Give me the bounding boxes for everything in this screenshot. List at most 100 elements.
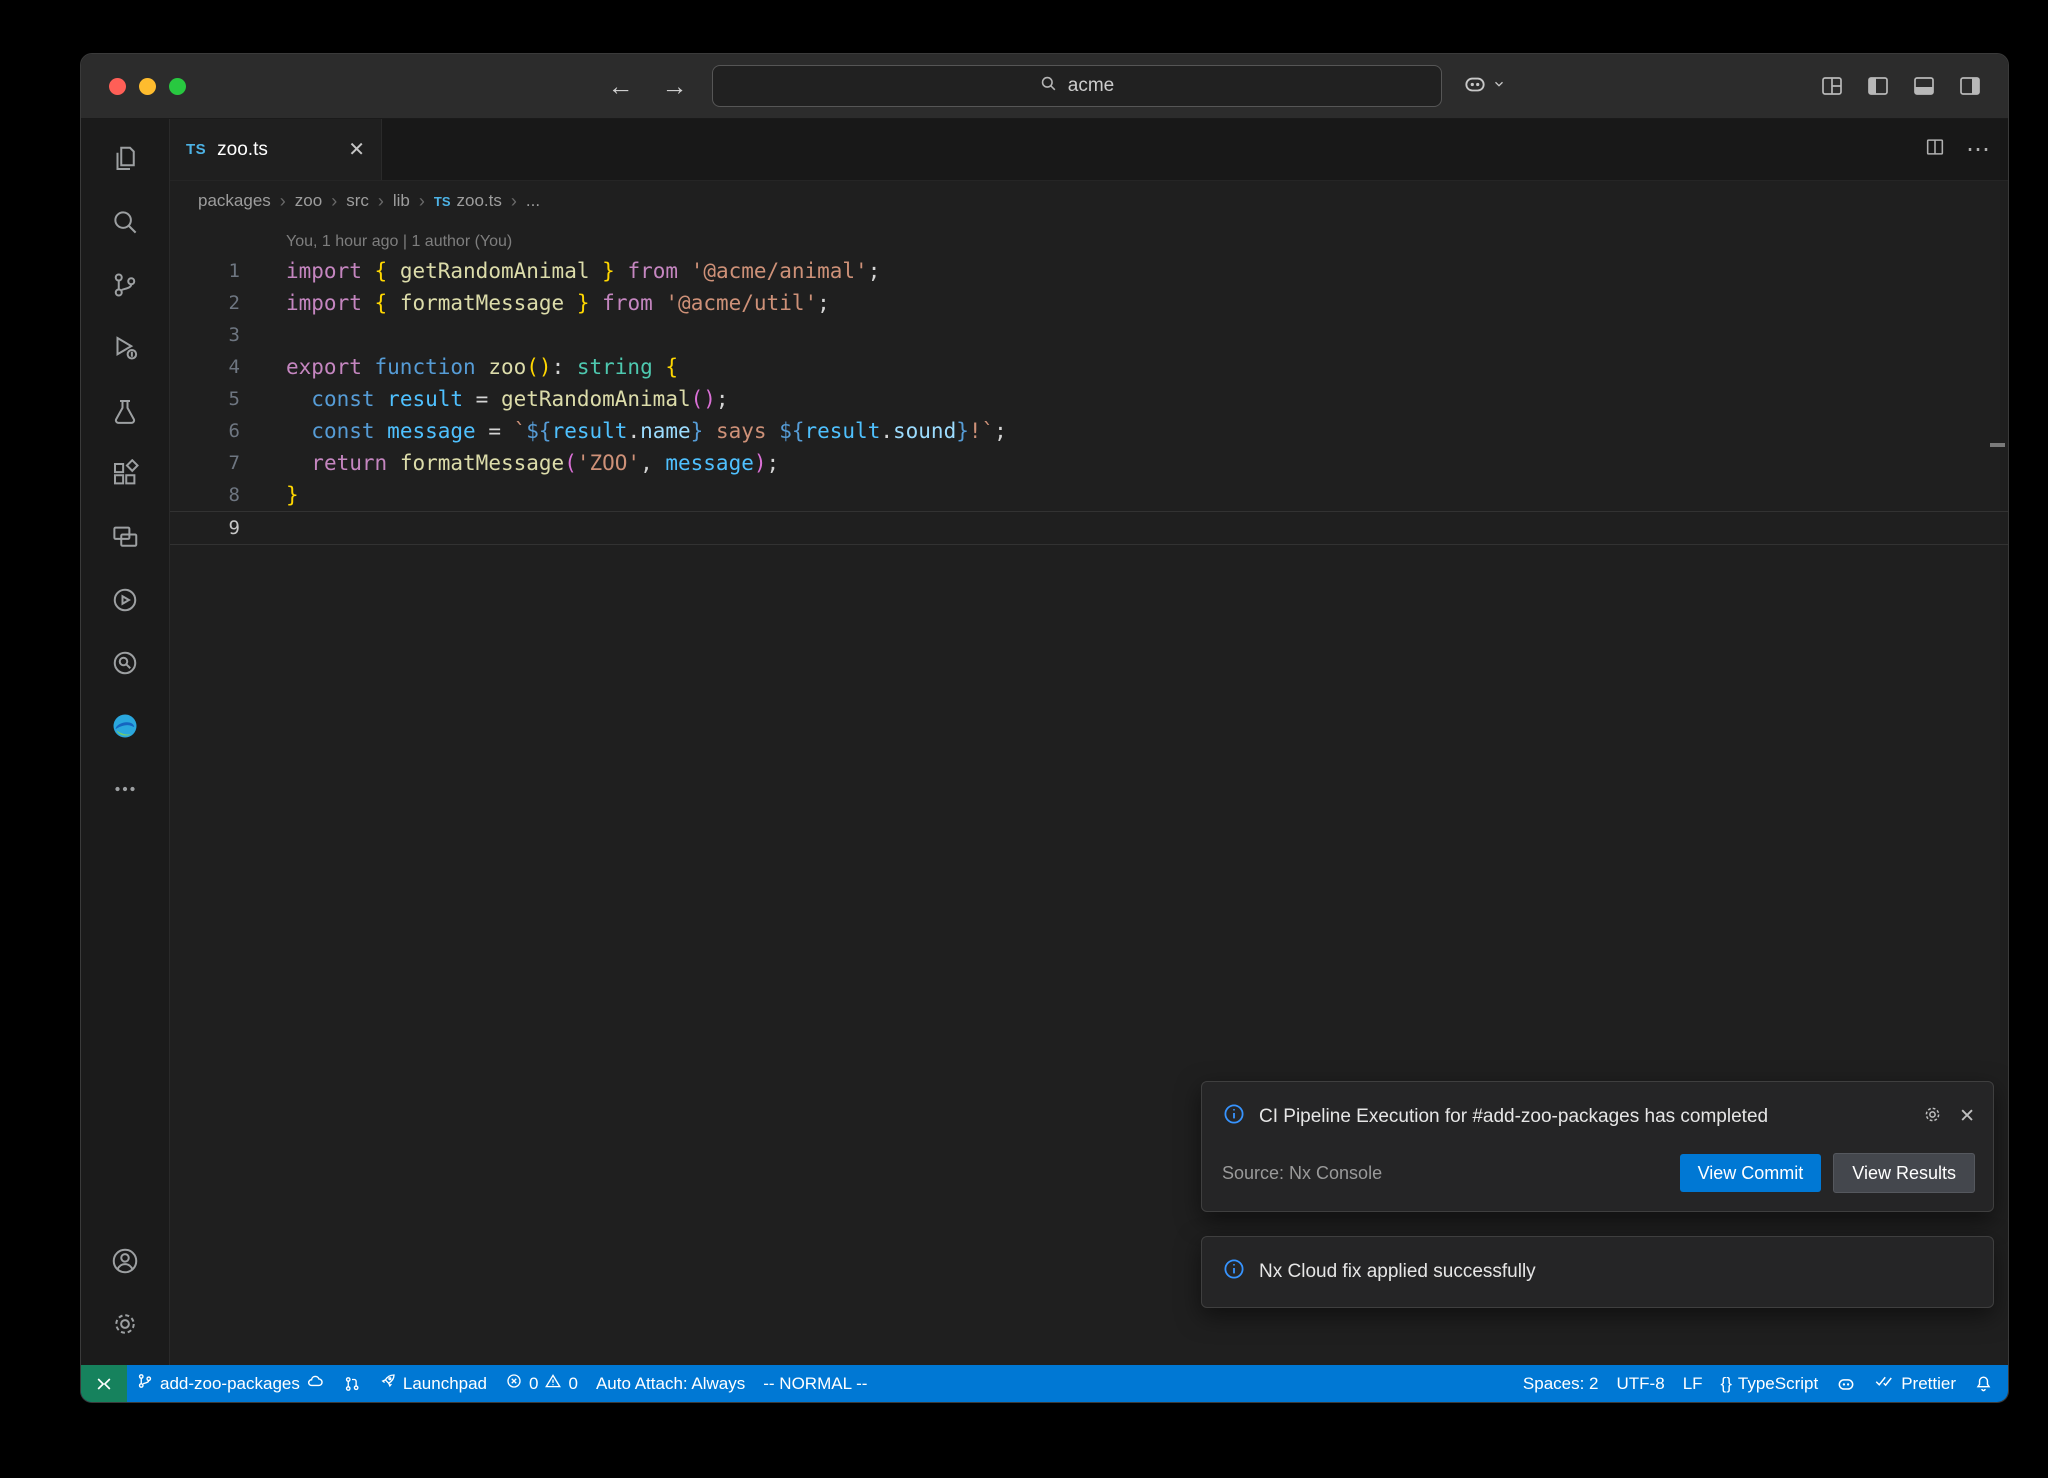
auto-attach-label: Auto Attach: Always — [596, 1374, 745, 1394]
line-number: 2 — [170, 287, 286, 319]
language-label: TypeScript — [1738, 1374, 1818, 1394]
code-line[interactable]: 4export function zoo(): string { — [170, 351, 2008, 383]
git-branch-icon — [136, 1372, 154, 1395]
navigate-forward-button[interactable]: → — [658, 71, 692, 101]
minimize-window-button[interactable] — [139, 78, 156, 95]
navigate-back-button[interactable]: ← — [604, 71, 638, 101]
encoding-item[interactable]: UTF-8 — [1608, 1365, 1674, 1402]
git-blame-annotation[interactable]: You, 1 hour ago | 1 author (You) — [286, 229, 2008, 255]
auto-attach-item[interactable]: Auto Attach: Always — [587, 1365, 754, 1402]
breadcrumb-item[interactable]: ... — [526, 191, 540, 211]
extensions-icon[interactable] — [81, 442, 169, 505]
indentation-item[interactable]: Spaces: 2 — [1514, 1365, 1608, 1402]
breadcrumb-separator-icon: › — [331, 191, 337, 212]
code-line[interactable]: 5 const result = getRandomAnimal(); — [170, 383, 2008, 415]
launchpad-label: Launchpad — [403, 1374, 487, 1394]
tab-zoo-ts[interactable]: TS zoo.ts ✕ — [170, 119, 382, 180]
line-number: 3 — [170, 319, 286, 351]
typescript-file-icon: TS — [186, 141, 206, 158]
run-debug-icon[interactable] — [81, 316, 169, 379]
view-commit-button[interactable]: View Commit — [1680, 1154, 1822, 1192]
code-lines: 1import { getRandomAnimal } from '@acme/… — [170, 255, 2008, 545]
tab-label: zoo.ts — [217, 139, 268, 161]
breadcrumb-item[interactable]: TSzoo.ts — [434, 191, 502, 211]
notification-ci-pipeline: CI Pipeline Execution for #add-zoo-packa… — [1201, 1081, 1994, 1212]
zoom-window-button[interactable] — [169, 78, 186, 95]
split-editor-icon[interactable] — [1924, 136, 1946, 163]
close-tab-icon[interactable]: ✕ — [348, 137, 365, 162]
copilot-icon — [1462, 71, 1488, 102]
notifications-bell-item[interactable] — [1965, 1365, 2002, 1402]
notification-settings-gear-icon[interactable] — [1922, 1104, 1943, 1130]
command-center-search[interactable]: acme — [712, 65, 1442, 107]
eol-item[interactable]: LF — [1674, 1365, 1712, 1402]
breadcrumb-separator-icon: › — [511, 191, 517, 212]
notification-close-icon[interactable]: ✕ — [1959, 1107, 1975, 1126]
indentation-label: Spaces: 2 — [1523, 1374, 1599, 1394]
info-icon — [1222, 1257, 1246, 1287]
edge-devtools-icon[interactable] — [81, 694, 169, 757]
code-line[interactable]: 3 — [170, 319, 2008, 351]
git-branch-item[interactable]: add-zoo-packages — [127, 1365, 334, 1402]
close-window-button[interactable] — [109, 78, 126, 95]
encoding-label: UTF-8 — [1617, 1374, 1665, 1394]
breadcrumb-item[interactable]: zoo — [295, 191, 322, 211]
error-icon — [505, 1372, 523, 1395]
line-number: 1 — [170, 255, 286, 287]
code-line[interactable]: 8} — [170, 479, 2008, 511]
braces-icon: {} — [1721, 1374, 1732, 1394]
breadcrumb-separator-icon: › — [280, 191, 286, 212]
view-results-button[interactable]: View Results — [1833, 1153, 1975, 1193]
editor-more-actions-icon[interactable]: ⋯ — [1966, 135, 1990, 164]
copilot-menu-button[interactable] — [1462, 71, 1506, 102]
notification-toasts: CI Pipeline Execution for #add-zoo-packa… — [1201, 1081, 1994, 1308]
code-line[interactable]: 6 const message = `${result.name} says $… — [170, 415, 2008, 447]
play-circle-icon[interactable] — [81, 568, 169, 631]
testing-icon[interactable] — [81, 379, 169, 442]
more-views-icon[interactable] — [81, 757, 169, 820]
explorer-icon[interactable] — [81, 127, 169, 190]
breadcrumb-separator-icon: › — [378, 191, 384, 212]
toggle-secondary-sidebar-icon[interactable] — [1958, 74, 1982, 98]
remote-explorer-icon[interactable] — [81, 505, 169, 568]
error-count: 0 — [529, 1374, 538, 1394]
rocket-icon — [379, 1372, 397, 1395]
toggle-primary-sidebar-icon[interactable] — [1866, 74, 1890, 98]
vim-mode-item[interactable]: -- NORMAL -- — [754, 1365, 876, 1402]
code-line[interactable]: 9 — [170, 511, 2008, 545]
notification-message: Nx Cloud fix applied successfully — [1259, 1261, 1536, 1283]
toggle-panel-icon[interactable] — [1912, 74, 1936, 98]
double-check-icon — [1874, 1372, 1895, 1395]
code-line[interactable]: 1import { getRandomAnimal } from '@acme/… — [170, 255, 2008, 287]
vscode-window: ← → acme — [80, 53, 2009, 1403]
problems-item[interactable]: 0 0 — [496, 1365, 587, 1402]
remote-indicator[interactable] — [81, 1365, 127, 1402]
tab-bar: TS zoo.ts ✕ ⋯ — [170, 119, 2008, 181]
code-line[interactable]: 7 return formatMessage('ZOO', message); — [170, 447, 2008, 479]
code-line[interactable]: 2import { formatMessage } from '@acme/ut… — [170, 287, 2008, 319]
search-sidebar-icon[interactable] — [81, 190, 169, 253]
settings-gear-icon[interactable] — [81, 1292, 169, 1355]
status-bar: add-zoo-packages Launchpad — [81, 1365, 2008, 1402]
eol-label: LF — [1683, 1374, 1703, 1394]
notification-nx-cloud: Nx Cloud fix applied successfully — [1201, 1236, 1994, 1308]
pull-request-item[interactable] — [334, 1365, 370, 1402]
warning-count: 0 — [568, 1374, 577, 1394]
copilot-status-item[interactable] — [1827, 1365, 1865, 1402]
breadcrumb-item[interactable]: packages — [198, 191, 271, 211]
account-icon[interactable] — [81, 1229, 169, 1292]
customize-layout-icon[interactable] — [1820, 74, 1844, 98]
line-number: 6 — [170, 415, 286, 447]
line-number: 5 — [170, 383, 286, 415]
launchpad-item[interactable]: Launchpad — [370, 1365, 496, 1402]
breadcrumb-item[interactable]: src — [346, 191, 369, 211]
live-preview-icon[interactable] — [81, 631, 169, 694]
language-mode-item[interactable]: {} TypeScript — [1712, 1365, 1828, 1402]
source-control-icon[interactable] — [81, 253, 169, 316]
breadcrumb-item[interactable]: lib — [393, 191, 410, 211]
formatter-item[interactable]: Prettier — [1865, 1365, 1965, 1402]
branch-name: add-zoo-packages — [160, 1374, 300, 1394]
chevron-down-icon — [1492, 77, 1506, 96]
vim-mode-label: -- NORMAL -- — [763, 1374, 867, 1394]
breadcrumb-separator-icon: › — [419, 191, 425, 212]
